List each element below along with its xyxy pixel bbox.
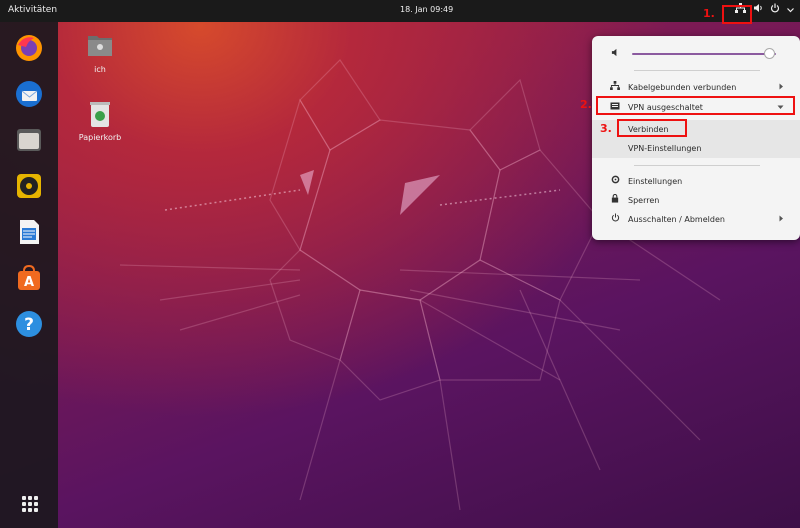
lock-icon xyxy=(610,193,620,206)
volume-slider[interactable] xyxy=(632,53,776,55)
annotation-box-vpn xyxy=(596,96,795,115)
volume-icon[interactable] xyxy=(753,3,763,19)
chevron-down-icon[interactable] xyxy=(787,3,794,19)
desktop-icon-label: Papierkorb xyxy=(78,133,122,142)
libreoffice-writer-icon[interactable] xyxy=(13,216,45,248)
chevron-right-icon xyxy=(779,83,784,92)
menu-separator xyxy=(634,70,760,71)
clock[interactable]: 18. Jan 09:49 xyxy=(400,5,453,14)
activities-button[interactable]: Aktivitäten xyxy=(8,5,57,15)
thunderbird-icon[interactable] xyxy=(13,78,45,110)
wired-connection-label: Kabelgebunden verbunden xyxy=(628,82,737,92)
network-icon xyxy=(610,81,620,93)
gear-icon xyxy=(610,175,620,187)
desktop-icon-home[interactable]: ich xyxy=(70,30,130,74)
help-icon[interactable]: ? xyxy=(13,308,45,340)
annotation-step-2: 2. xyxy=(580,98,592,111)
top-bar: Aktivitäten 18. Jan 09:49 xyxy=(0,0,800,22)
power-icon[interactable] xyxy=(770,3,780,19)
wired-connection-item[interactable]: Kabelgebunden verbunden xyxy=(592,78,800,96)
power-item[interactable]: Ausschalten / Abmelden xyxy=(592,210,800,228)
home-folder-icon xyxy=(70,30,130,62)
volume-slider-handle[interactable] xyxy=(763,48,775,59)
firefox-icon[interactable] xyxy=(13,32,45,64)
dock: A ? xyxy=(0,22,58,528)
settings-label: Einstellungen xyxy=(628,176,683,186)
annotation-step-3: 3. xyxy=(600,122,612,135)
svg-text:A: A xyxy=(24,275,34,290)
settings-item[interactable]: Einstellungen xyxy=(592,172,800,190)
files-icon[interactable] xyxy=(13,124,45,156)
power-label: Ausschalten / Abmelden xyxy=(628,214,725,224)
annotation-box-connect xyxy=(617,119,687,137)
menu-separator xyxy=(634,165,760,166)
lock-item[interactable]: Sperren xyxy=(592,191,800,209)
lock-label: Sperren xyxy=(628,195,660,205)
show-applications-icon[interactable] xyxy=(22,496,38,512)
annotation-step-1: 1. xyxy=(703,7,715,20)
volume-icon xyxy=(610,48,620,60)
desktop-icon-trash[interactable]: Papierkorb xyxy=(70,100,130,142)
svg-text:?: ? xyxy=(24,315,34,335)
vpn-settings-item[interactable]: VPN-Einstellungen xyxy=(592,139,800,157)
desktop-icon-label: ich xyxy=(94,65,106,74)
rhythmbox-icon[interactable] xyxy=(13,170,45,202)
power-icon xyxy=(610,213,620,225)
annotation-box-network xyxy=(722,5,752,24)
system-menu: Kabelgebunden verbunden VPN ausgeschalte… xyxy=(592,36,800,240)
software-center-icon[interactable]: A xyxy=(13,262,45,294)
chevron-right-icon xyxy=(779,215,784,224)
vpn-settings-label: VPN-Einstellungen xyxy=(628,143,702,153)
trash-icon xyxy=(70,100,130,130)
